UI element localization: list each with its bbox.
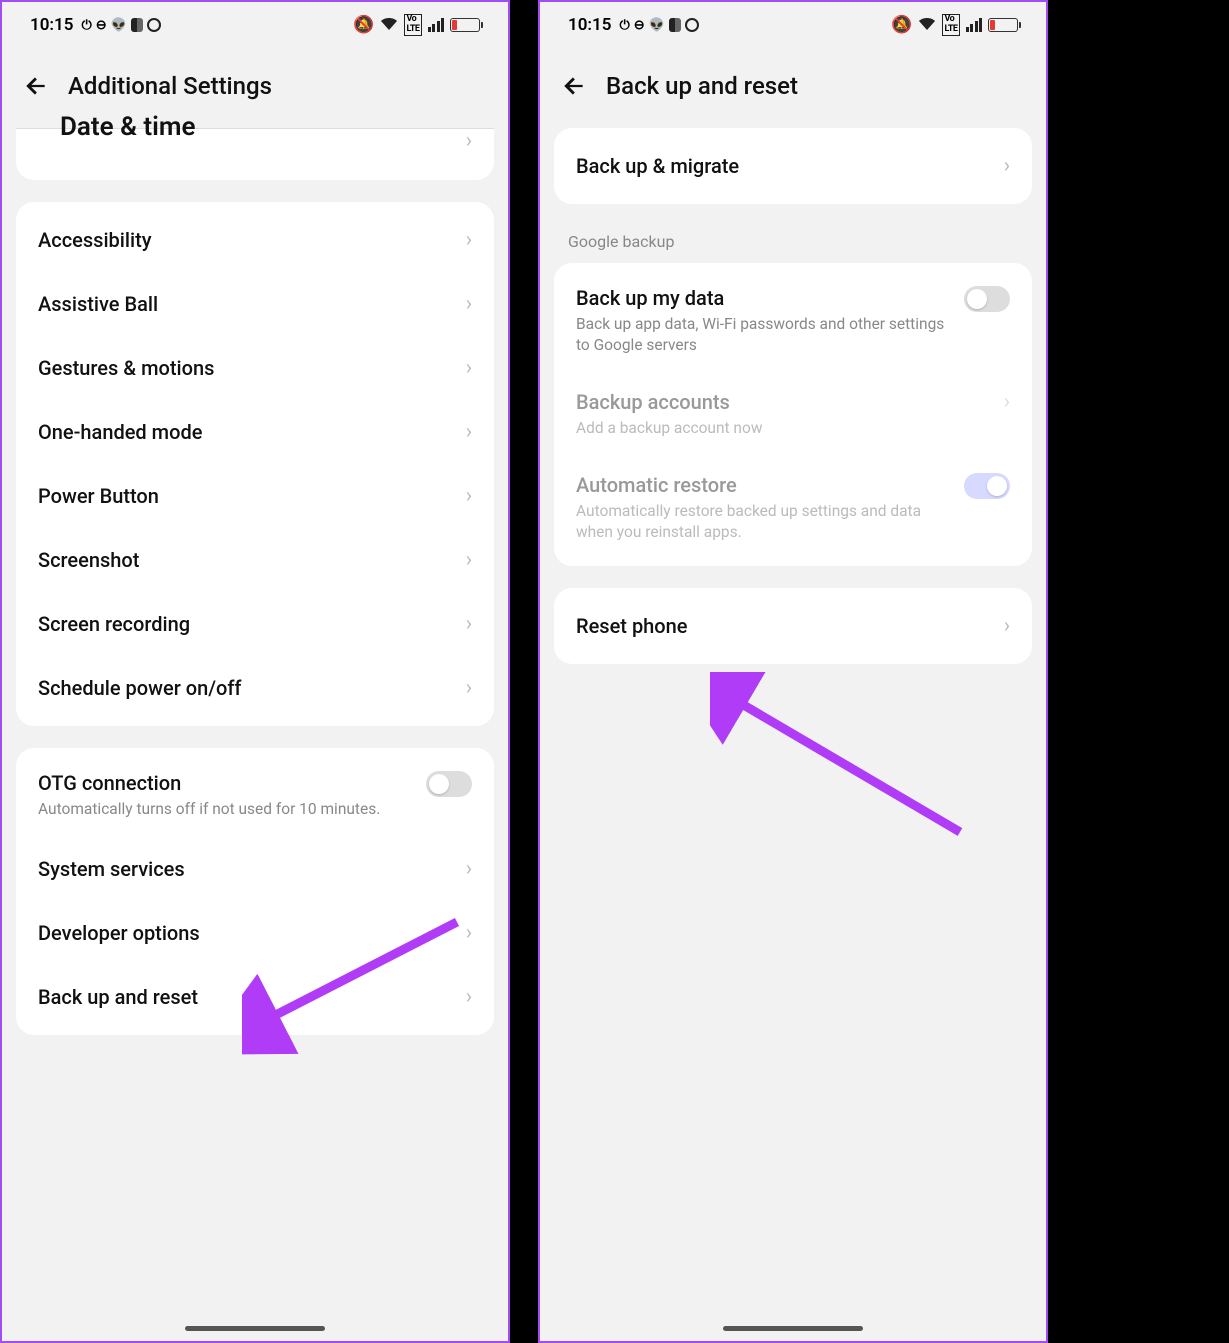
chevron-right-icon: › bbox=[458, 292, 472, 316]
row-system-services[interactable]: System services › bbox=[16, 837, 494, 901]
row-developer-options[interactable]: Developer options › bbox=[16, 901, 494, 965]
chevron-right-icon: › bbox=[458, 612, 472, 636]
backup-my-data-toggle[interactable] bbox=[964, 286, 1010, 312]
reddit-icon: 👽 bbox=[649, 18, 665, 33]
charging-icon: ⏻ bbox=[619, 18, 629, 33]
row-reset-phone[interactable]: Reset phone › bbox=[554, 594, 1032, 658]
sync-icon: ⊖ bbox=[634, 18, 645, 33]
reddit-icon: 👽 bbox=[111, 18, 127, 33]
mute-icon: 🔕 bbox=[891, 15, 912, 35]
row-date-time[interactable]: Date & time › bbox=[16, 129, 494, 170]
row-otg-connection[interactable]: OTG connection Automatically turns off i… bbox=[16, 754, 494, 837]
page-header: Back up and reset bbox=[540, 48, 1046, 128]
row-schedule-power[interactable]: Schedule power on/off › bbox=[16, 656, 494, 720]
card-google-backup: Back up my data Back up app data, Wi-Fi … bbox=[554, 263, 1032, 566]
row-screen-recording[interactable]: Screen recording › bbox=[16, 592, 494, 656]
nav-pill[interactable] bbox=[185, 1326, 325, 1331]
chevron-right-icon: › bbox=[458, 921, 472, 945]
battery-icon bbox=[450, 18, 480, 32]
row-backup-accounts[interactable]: Backup accounts Add a backup account now… bbox=[554, 373, 1032, 456]
annotation-arrow-icon bbox=[710, 672, 980, 852]
status-bar: 10:15 ⏻ ⊖ 👽 🔕 VoLTE bbox=[540, 2, 1046, 48]
row-power-button[interactable]: Power Button › bbox=[16, 464, 494, 528]
medium-icon bbox=[669, 18, 681, 32]
card-backup-migrate: Back up & migrate › bbox=[554, 128, 1032, 204]
card-reset-phone: Reset phone › bbox=[554, 588, 1032, 664]
row-back-up-and-reset[interactable]: Back up and reset › bbox=[16, 965, 494, 1029]
automatic-restore-toggle[interactable] bbox=[964, 473, 1010, 499]
signal-icon bbox=[428, 18, 445, 32]
page-title: Additional Settings bbox=[68, 72, 272, 100]
back-button[interactable] bbox=[560, 72, 588, 100]
section-label-google-backup: Google backup bbox=[540, 226, 1046, 263]
otg-toggle[interactable] bbox=[426, 771, 472, 797]
mute-icon: 🔕 bbox=[353, 15, 374, 35]
chevron-right-icon: › bbox=[458, 676, 472, 700]
chevron-right-icon: › bbox=[458, 356, 472, 380]
chevron-right-icon: › bbox=[458, 548, 472, 572]
sync-icon: ⊖ bbox=[96, 18, 107, 33]
wifi-icon bbox=[918, 15, 936, 36]
chevron-right-icon: › bbox=[458, 985, 472, 1009]
status-time: 10:15 bbox=[30, 15, 73, 35]
chevron-right-icon: › bbox=[458, 484, 472, 508]
medium-icon bbox=[131, 18, 143, 32]
chevron-right-icon: › bbox=[458, 420, 472, 444]
row-assistive-ball[interactable]: Assistive Ball › bbox=[16, 272, 494, 336]
chevron-right-icon: › bbox=[458, 857, 472, 881]
row-gestures-motions[interactable]: Gestures & motions › bbox=[16, 336, 494, 400]
row-backup-migrate[interactable]: Back up & migrate › bbox=[554, 134, 1032, 198]
row-accessibility[interactable]: Accessibility › bbox=[16, 208, 494, 272]
wifi-icon bbox=[380, 15, 398, 36]
chevron-right-icon: › bbox=[996, 614, 1010, 638]
volte-icon: VoLTE bbox=[942, 14, 959, 36]
back-button[interactable] bbox=[22, 72, 50, 100]
screenshot-backup-reset: 10:15 ⏻ ⊖ 👽 🔕 VoLTE Back up and reset bbox=[538, 0, 1048, 1343]
row-one-handed-mode[interactable]: One-handed mode › bbox=[16, 400, 494, 464]
chevron-right-icon: › bbox=[996, 154, 1010, 178]
row-automatic-restore[interactable]: Automatic restore Automatically restore … bbox=[554, 456, 1032, 560]
status-time: 10:15 bbox=[568, 15, 611, 35]
screenshot-additional-settings: 10:15 ⏻ ⊖ 👽 🔕 VoLTE Additional Settings bbox=[0, 0, 510, 1343]
volte-icon: VoLTE bbox=[404, 14, 421, 36]
chevron-right-icon: › bbox=[996, 390, 1010, 414]
card-group-2: OTG connection Automatically turns off i… bbox=[16, 748, 494, 1035]
chevron-right-icon: › bbox=[458, 228, 472, 252]
charging-icon: ⏻ bbox=[81, 18, 91, 33]
status-bar: 10:15 ⏻ ⊖ 👽 🔕 VoLTE bbox=[2, 2, 508, 48]
card-group-1: Accessibility › Assistive Ball › Gesture… bbox=[16, 202, 494, 726]
circle-icon bbox=[147, 18, 161, 32]
chevron-right-icon: › bbox=[458, 129, 472, 153]
row-screenshot[interactable]: Screenshot › bbox=[16, 528, 494, 592]
nav-pill[interactable] bbox=[723, 1326, 863, 1331]
circle-icon bbox=[685, 18, 699, 32]
row-backup-my-data[interactable]: Back up my data Back up app data, Wi-Fi … bbox=[554, 269, 1032, 373]
signal-icon bbox=[966, 18, 983, 32]
page-title: Back up and reset bbox=[606, 72, 798, 100]
card-date-time: Date & time › bbox=[16, 128, 494, 180]
battery-icon bbox=[988, 18, 1018, 32]
